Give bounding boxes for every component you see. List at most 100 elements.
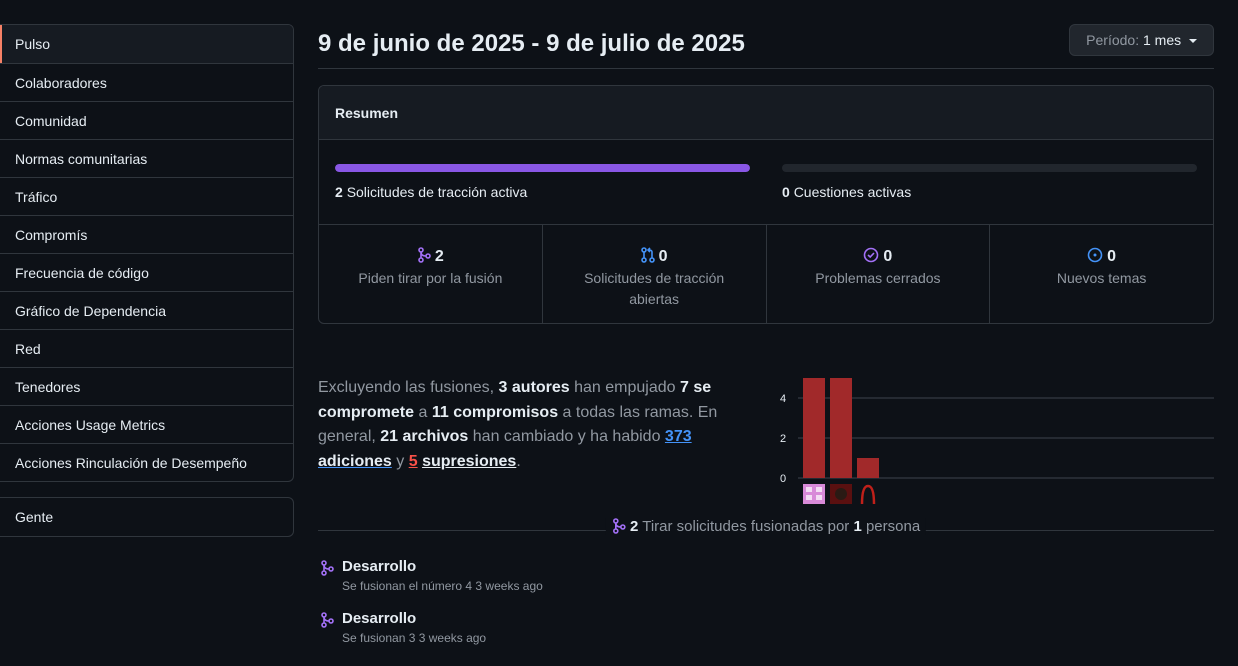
author-avatar[interactable] (803, 484, 825, 504)
overview-text-3: a (414, 403, 432, 421)
git-pull-request-icon (640, 247, 655, 263)
stat-open-value: 0 (658, 248, 668, 265)
deletions-link[interactable]: 5 (409, 453, 418, 470)
summary-bars: 2 Solicitudes de tracción activa 0 Cuest… (319, 140, 1213, 225)
stat-new-issues[interactable]: 0 Nuevos temas (989, 225, 1213, 323)
merged-prs-divider: 2 Tirar solicitudes fusionadas por 1 per… (318, 518, 1214, 538)
merged-pr-list: Desarrollo Se fusionan el número 4 3 wee… (318, 558, 918, 662)
sidebar-item-pulse[interactable]: Pulso (0, 25, 293, 63)
overview-text-1: Excluyendo las fusiones, (318, 379, 499, 396)
active-prs-text: 2 Solicitudes de tracción activa (335, 184, 750, 200)
git-merge-icon (321, 560, 334, 576)
merged-count: 2 (629, 518, 639, 535)
y-tick-label: 2 (780, 433, 786, 445)
sidebar-item-traffic[interactable]: Tráfico (0, 177, 293, 215)
stat-closed-value-row: 0 (767, 247, 990, 266)
chart-svg: 0 2 4 (780, 378, 1214, 505)
sidebar-item-code-frequency[interactable]: Frecuencia de código (0, 253, 293, 291)
authors-commits-chart: 0 2 4 (774, 354, 1214, 505)
stat-merged-label: Piden tirar por la fusión (358, 270, 503, 286)
sidebar-item-community-standards[interactable]: Normas comunitarias (0, 139, 293, 177)
pr-title-link[interactable]: Desarrollo (342, 610, 416, 627)
summary-box: Resumen 2 Solicitudes de tracción activa… (318, 85, 1214, 324)
overview-files: 21 archivos (380, 428, 469, 445)
overview-text-7: . (516, 452, 521, 470)
active-prs[interactable]: 2 Solicitudes de tracción activa (335, 164, 750, 200)
overview-text-6: y (391, 452, 409, 470)
list-item: Desarrollo Se fusionan el número 4 3 wee… (318, 558, 918, 610)
active-issues[interactable]: 0 Cuestiones activas (782, 164, 1197, 200)
additions-word: adiciones (318, 452, 392, 470)
active-prs-label: Solicitudes de tracción activa (346, 184, 528, 200)
overview-commits: 11 compromisos (431, 403, 559, 421)
author-avatar[interactable] (857, 484, 879, 505)
active-prs-track (335, 164, 750, 172)
merged-prs-heading: 2 Tirar solicitudes fusionadas por 1 per… (605, 518, 927, 535)
pr-meta: Se fusionan el número 4 3 weeks ago (342, 579, 543, 593)
active-prs-count: 2 (335, 184, 343, 200)
date-range-title: 9 de junio de 2025 - 9 de julio de 2025 (318, 30, 745, 57)
stat-closed-value: 0 (883, 248, 893, 265)
overview-text-2: han empujado (569, 379, 680, 396)
stat-merged-prs[interactable]: 2 Piden tirar por la fusión (319, 225, 542, 323)
active-prs-fill (335, 164, 750, 172)
git-merge-icon (418, 247, 431, 263)
additions-count: 373 (664, 428, 692, 445)
sidebar-item-contributors[interactable]: Colaboradores (0, 63, 293, 101)
merged-people-word: persona (865, 518, 921, 535)
chart-bar[interactable] (803, 378, 825, 478)
issue-opened-icon (1087, 247, 1103, 263)
sidebar-item-people[interactable]: Gente (0, 498, 293, 536)
stat-closed-issues[interactable]: 0 Problemas cerrados (765, 225, 990, 323)
overview-authors: 3 autores (498, 379, 570, 396)
summary-stats: 2 Piden tirar por la fusión 0 Solicitude… (319, 225, 1213, 323)
deletions-word-link[interactable]: supresiones (422, 453, 516, 470)
stat-closed-label: Problemas cerrados (815, 270, 941, 286)
overview-text-5: han cambiado y ha habido (468, 428, 665, 445)
sidebar-item-forks[interactable]: Tenedores (0, 367, 293, 405)
pr-title-link[interactable]: Desarrollo (342, 558, 416, 575)
pulse-page: Pulso Colaboradores Comunidad Normas com… (0, 0, 1238, 666)
sidebar-item-community[interactable]: Comunidad (0, 101, 293, 139)
stat-open-value-row: 0 (543, 247, 766, 266)
pulse-header: 9 de junio de 2025 - 9 de julio de 2025 … (318, 24, 1214, 69)
stat-new-value: 0 (1107, 248, 1117, 265)
merged-label: Tirar solicitudes fusionadas por (642, 518, 850, 535)
period-value: 1 mes (1142, 32, 1182, 48)
stat-open-prs[interactable]: 0 Solicitudes de tracción abiertas (541, 225, 766, 323)
stat-merged-value: 2 (434, 248, 444, 265)
stat-new-label: Nuevos temas (1056, 270, 1147, 286)
active-issues-text: 0 Cuestiones activas (782, 184, 1197, 200)
overview-text: Excluyendo las fusiones, 3 autores han e… (318, 376, 768, 474)
sidebar-item-commits[interactable]: Compromís (0, 215, 293, 253)
list-item: Desarrollo Se fusionan 3 3 weeks ago (318, 610, 918, 662)
author-avatar[interactable] (830, 484, 852, 504)
y-tick-label: 0 (780, 473, 786, 485)
chart-bar[interactable] (830, 378, 852, 478)
git-merge-icon (613, 518, 626, 534)
stat-new-value-row: 0 (990, 247, 1213, 266)
pulse-main: 9 de junio de 2025 - 9 de julio de 2025 … (318, 24, 1214, 534)
period-label: Período: (1086, 32, 1140, 48)
people-sidebar: Gente (0, 497, 294, 537)
insights-sidebar: Pulso Colaboradores Comunidad Normas com… (0, 24, 294, 482)
chart-bar[interactable] (857, 458, 879, 478)
caret-down-icon (1189, 39, 1197, 44)
merged-people-count: 1 (853, 518, 862, 535)
active-issues-track (782, 164, 1197, 172)
sidebar-item-network[interactable]: Red (0, 329, 293, 367)
pr-meta: Se fusionan 3 3 weeks ago (342, 631, 487, 645)
sidebar-item-actions-usage-metrics[interactable]: Acciones Usage Metrics (0, 405, 293, 443)
issue-closed-icon (864, 247, 879, 263)
sidebar-item-actions-performance[interactable]: Acciones Rinculación de Desempeño (0, 443, 293, 481)
stat-merged-value-row: 2 (319, 247, 542, 266)
active-issues-label: Cuestiones activas (793, 184, 912, 200)
period-dropdown-button[interactable]: Período: 1 mes (1069, 24, 1214, 56)
commits-overview: Excluyendo las fusiones, 3 autores han e… (318, 354, 1214, 534)
summary-title: Resumen (319, 86, 1213, 140)
sidebar-item-dependency-graph[interactable]: Gráfico de Dependencia (0, 291, 293, 329)
deletions-count: 5 (408, 452, 418, 470)
git-merge-icon (321, 612, 334, 628)
active-issues-count: 0 (782, 184, 790, 200)
stat-open-label: Solicitudes de tracción abiertas (584, 270, 725, 307)
